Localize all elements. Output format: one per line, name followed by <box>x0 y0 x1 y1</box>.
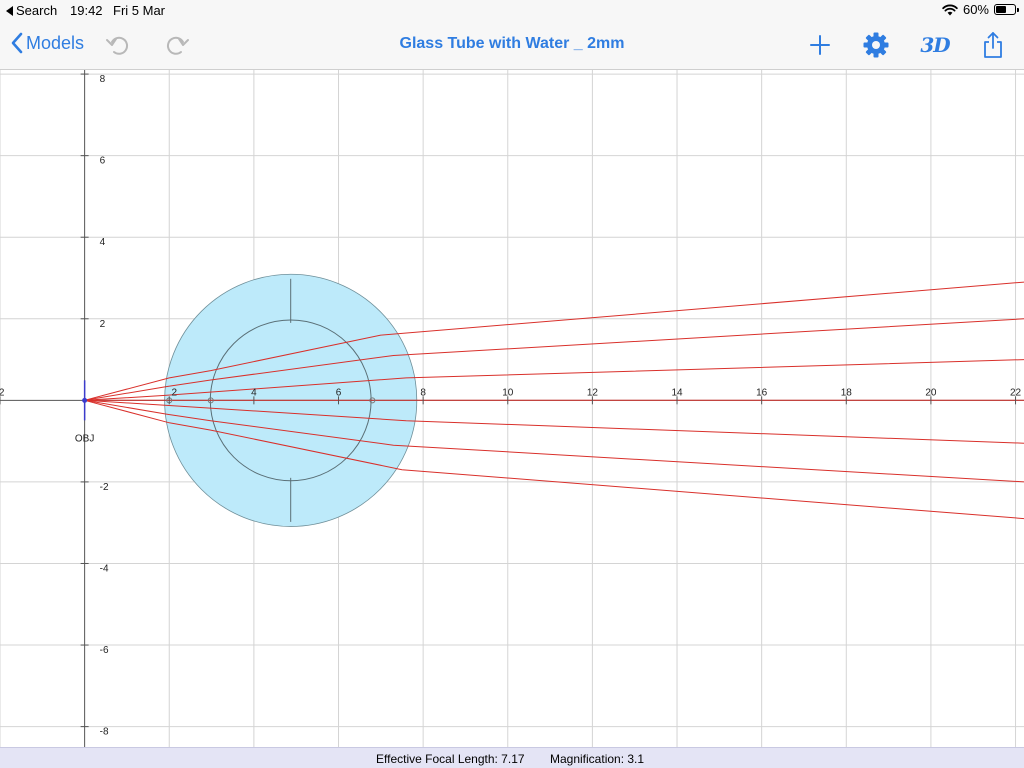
object-point[interactable] <box>82 397 88 403</box>
gear-icon <box>863 32 889 58</box>
add-button[interactable] <box>805 31 835 59</box>
redo-button[interactable] <box>162 31 192 59</box>
redo-icon <box>166 36 189 55</box>
plus-icon <box>810 35 830 55</box>
x-tick-label: 18 <box>841 387 853 398</box>
app-root: Search 19:42 Fri 5 Mar 60% Models Glass … <box>0 0 1024 768</box>
y-tick-label: 2 <box>100 319 106 330</box>
battery-icon <box>994 4 1019 15</box>
x-tick-label: 14 <box>671 387 683 398</box>
y-tick-label: 4 <box>100 237 106 248</box>
back-button[interactable]: Models <box>10 32 84 54</box>
x-tick-label: 16 <box>756 387 768 398</box>
status-bar: Search 19:42 Fri 5 Mar 60% <box>0 0 1024 20</box>
undo-icon <box>106 36 129 55</box>
battery-percent: 60% <box>962 2 989 17</box>
x-tick-label: 12 <box>587 387 599 398</box>
chevron-left-icon <box>11 32 23 54</box>
x-tick-label: 8 <box>420 387 426 398</box>
page-title: Glass Tube with Water _ 2mm <box>399 35 625 52</box>
back-button-label: Models <box>26 32 85 53</box>
x-tick-label: -2 <box>0 387 5 398</box>
wifi-icon <box>942 4 958 15</box>
back-triangle-icon <box>6 5 13 16</box>
x-tick-label: 4 <box>251 387 257 398</box>
y-tick-label: -4 <box>100 563 109 574</box>
nav-bar: Models Glass Tube with Water _ 2mm 3D <box>0 20 1024 70</box>
x-tick-label: 20 <box>925 387 937 398</box>
y-tick-label: -6 <box>100 645 109 656</box>
settings-button[interactable] <box>861 31 891 59</box>
battery-fill <box>996 6 1007 13</box>
back-to-app[interactable]: Search <box>6 3 57 18</box>
share-button[interactable] <box>978 31 1008 59</box>
x-tick-label: 22 <box>1010 387 1022 398</box>
status-right: 60% <box>942 2 1019 17</box>
y-tick-label: 8 <box>100 74 106 85</box>
y-tick-label: 6 <box>100 156 106 167</box>
y-tick-label: -8 <box>100 727 109 738</box>
x-tick-label: 6 <box>336 387 342 398</box>
status-time: 19:42 <box>70 3 103 18</box>
optics-canvas[interactable]: -2 2 4 6 8 10 12 14 16 18 20 22 8 6 4 2 -2 -4 -6 -8 OBJ <box>0 70 1024 747</box>
object-label: OBJ <box>75 433 94 444</box>
x-tick-label: 10 <box>502 387 514 398</box>
back-app-label: Search <box>16 3 58 18</box>
info-footer: Effective Focal Length: 7.17 Magnificati… <box>0 747 1024 768</box>
y-tick-label: -2 <box>100 482 109 493</box>
undo-button[interactable] <box>103 31 133 59</box>
effective-focal-length: Effective Focal Length: 7.17 <box>376 752 525 766</box>
status-date: Fri 5 Mar <box>113 3 165 18</box>
x-tick-label: 2 <box>171 387 177 398</box>
magnification: Magnification: 3.1 <box>550 752 645 766</box>
3d-icon: 3D <box>920 33 950 57</box>
share-icon <box>984 32 1002 58</box>
view-3d-button[interactable]: 3D <box>920 31 950 59</box>
